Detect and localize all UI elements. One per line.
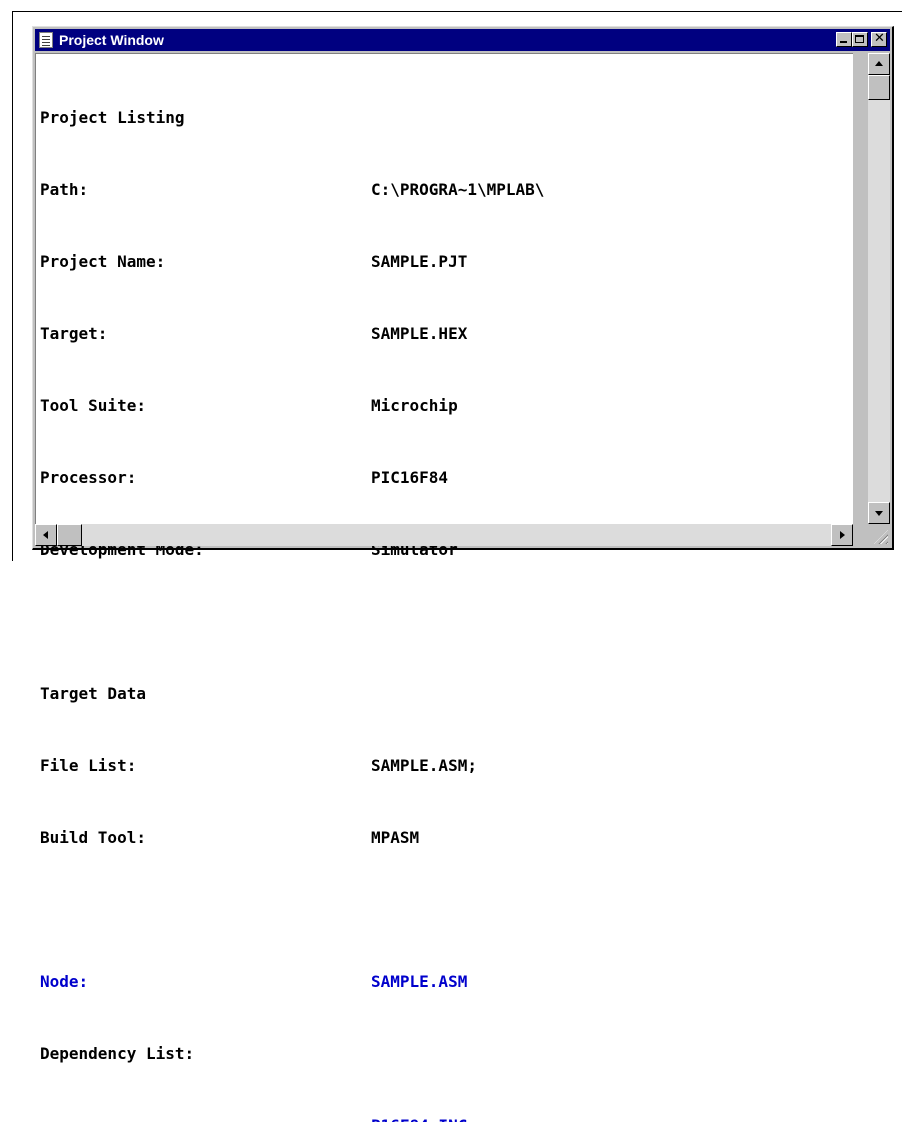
scroll-up-button[interactable] xyxy=(868,53,890,75)
minimize-button[interactable] xyxy=(836,32,852,47)
listing-key: File List: xyxy=(40,756,137,775)
scroll-up-arrow-icon xyxy=(875,61,883,66)
listing-value: PIC16F84 xyxy=(371,468,449,487)
listing-key: Processor: xyxy=(40,468,137,487)
scroll-left-arrow-icon xyxy=(43,531,48,539)
listing-key: Target Data xyxy=(40,684,146,703)
listing-key: Project Name: xyxy=(40,252,166,271)
horizontal-scrollbar[interactable] xyxy=(35,524,853,546)
listing-row: Project Listing xyxy=(40,106,853,130)
listing-row: Target: SAMPLE.HEX xyxy=(40,322,853,346)
listing-row-node[interactable]: Node: SAMPLE.ASM xyxy=(40,970,853,994)
scroll-down-button[interactable] xyxy=(868,502,890,524)
listing-row: Path: C:\PROGRA~1\MPLAB\ xyxy=(40,178,853,202)
maximize-button[interactable] xyxy=(852,32,868,47)
title-bar[interactable]: Project Window ✕ xyxy=(35,29,890,51)
listing-value: Microchip xyxy=(371,396,458,415)
listing-key: Project Listing xyxy=(40,108,185,127)
listing-value: MPASM xyxy=(371,828,420,847)
listing-row: Processor: PIC16F84 xyxy=(40,466,853,490)
listing-row xyxy=(40,898,853,922)
listing-area[interactable]: Project Listing Path: C:\PROGRA~1\MPLAB\ … xyxy=(35,53,853,1122)
scroll-down-arrow-icon xyxy=(875,511,883,516)
listing-row-dependency[interactable]: P16F84.INC xyxy=(40,1114,853,1122)
listing-row: Target Data xyxy=(40,682,853,706)
listing-row: Build Tool: MPASM xyxy=(40,826,853,850)
resize-grip-icon[interactable] xyxy=(868,524,890,546)
listing-key: Target: xyxy=(40,324,108,343)
listing-row xyxy=(40,610,853,634)
node-value[interactable]: SAMPLE.ASM xyxy=(371,970,467,994)
frame-top-line xyxy=(12,11,902,12)
frame-left-line xyxy=(12,11,13,561)
listing-value: SAMPLE.ASM; xyxy=(371,756,477,775)
vertical-scroll-thumb[interactable] xyxy=(868,75,890,100)
node-key: Node: xyxy=(40,972,89,991)
project-listing: Project Listing Path: C:\PROGRA~1\MPLAB\ … xyxy=(40,58,853,1122)
window-title: Project Window xyxy=(59,32,164,48)
dependency-value[interactable]: P16F84.INC xyxy=(371,1114,467,1122)
vertical-scrollbar[interactable] xyxy=(868,53,890,524)
scroll-right-button[interactable] xyxy=(831,524,853,546)
listing-key: Path: xyxy=(40,180,89,199)
scroll-left-button[interactable] xyxy=(35,524,57,546)
listing-key: Build Tool: xyxy=(40,828,146,847)
horizontal-scroll-thumb[interactable] xyxy=(57,524,82,546)
listing-value: SAMPLE.HEX xyxy=(371,324,468,343)
listing-key: Tool Suite: xyxy=(40,396,146,415)
listing-value: SAMPLE.PJT xyxy=(371,252,468,271)
listing-value: C:\PROGRA~1\MPLAB\ xyxy=(371,180,545,199)
listing-row: Dependency List: xyxy=(40,1042,853,1066)
close-icon: ✕ xyxy=(874,31,885,46)
listing-row: Tool Suite: Microchip xyxy=(40,394,853,418)
listing-row: File List: SAMPLE.ASM; xyxy=(40,754,853,778)
close-button[interactable]: ✕ xyxy=(871,31,887,47)
project-window: Project Window ✕ Project Listing Path: C:… xyxy=(32,26,894,1122)
project-document-icon[interactable] xyxy=(39,32,53,48)
listing-row: Project Name: SAMPLE.PJT xyxy=(40,250,853,274)
scroll-right-arrow-icon xyxy=(840,531,845,539)
listing-key: Dependency List: xyxy=(40,1044,195,1063)
